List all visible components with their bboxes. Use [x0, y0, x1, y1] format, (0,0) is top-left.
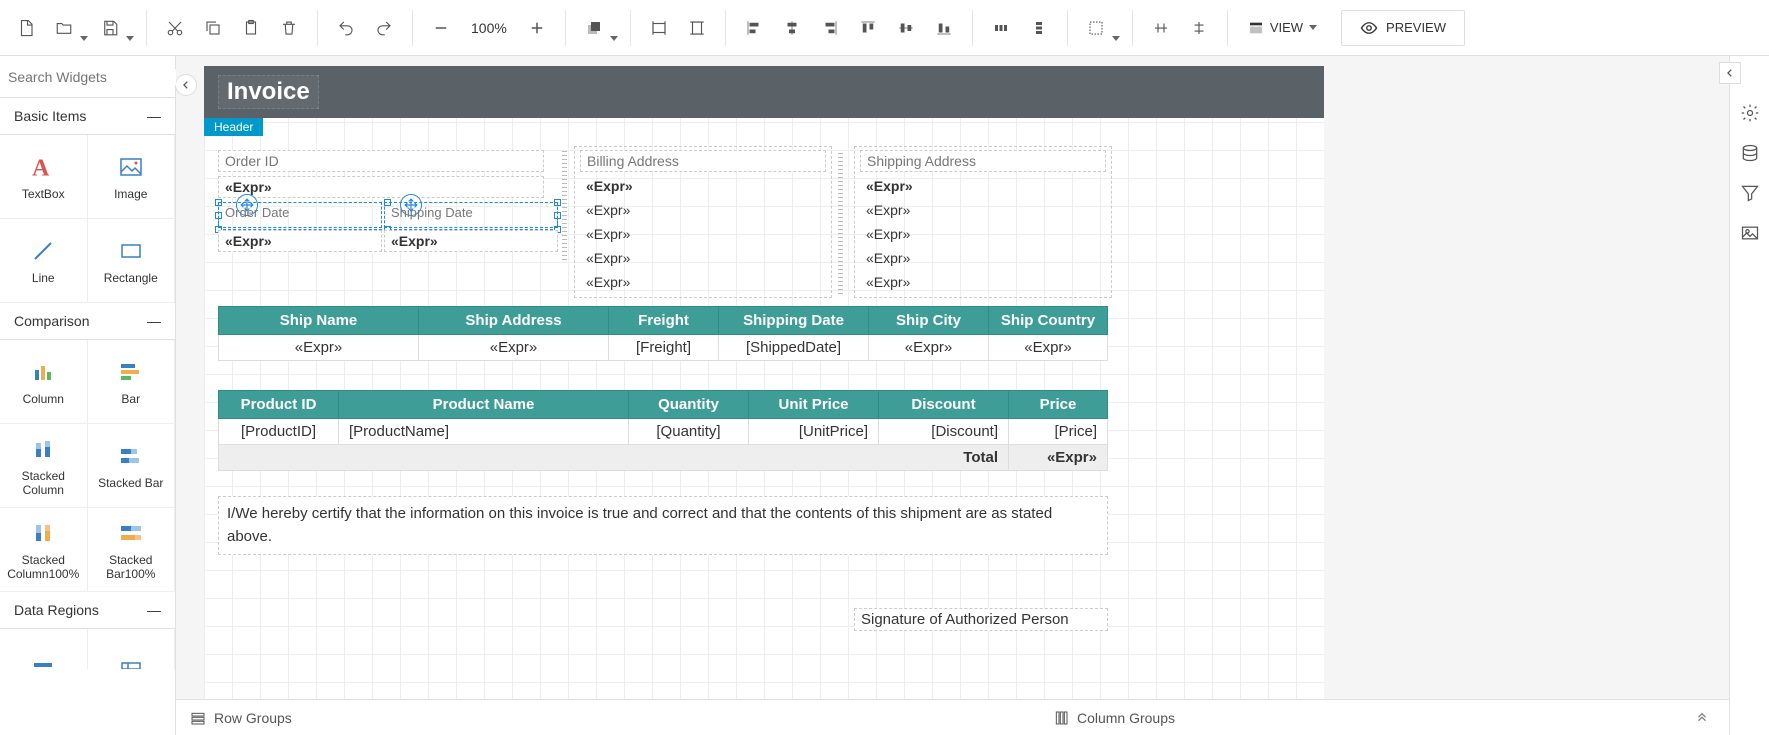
filter-button[interactable]: [1735, 178, 1765, 208]
align-left-button[interactable]: [736, 10, 772, 46]
order-date-value[interactable]: «Expr»: [218, 230, 382, 252]
product-table[interactable]: Product ID Product Name Quantity Unit Pr…: [218, 390, 1108, 471]
collapse-right-panel-button[interactable]: [1719, 62, 1741, 84]
collapse-icon: —: [147, 313, 161, 329]
billing-box[interactable]: [574, 146, 832, 298]
align-top-button[interactable]: [850, 10, 886, 46]
image-manager-button[interactable]: [1735, 218, 1765, 248]
align-bottom-button[interactable]: [926, 10, 962, 46]
collapse-icon: —: [147, 602, 161, 618]
report-canvas[interactable]: Invoice Header Order ID «Expr» Order Dat…: [204, 66, 1324, 721]
align-width-button[interactable]: [641, 10, 677, 46]
open-file-button[interactable]: [46, 10, 90, 46]
align-right-button[interactable]: [812, 10, 848, 46]
widget-bar[interactable]: Bar: [88, 340, 176, 424]
widget-panel: Basic Items — ATextBox Image Line Rectan…: [0, 56, 176, 735]
new-file-button[interactable]: [8, 10, 44, 46]
order-id-value[interactable]: «Expr»: [218, 176, 544, 198]
widget-line[interactable]: Line: [0, 219, 88, 303]
paste-button[interactable]: [233, 10, 269, 46]
widget-stacked-bar100[interactable]: Stacked Bar100%: [88, 508, 176, 592]
save-button[interactable]: [92, 10, 136, 46]
delete-button[interactable]: [271, 10, 307, 46]
data-button[interactable]: [1735, 138, 1765, 168]
properties-button[interactable]: [1735, 98, 1765, 128]
collapse-icon: —: [147, 108, 161, 124]
redo-button[interactable]: [366, 10, 402, 46]
toolbar: 100% VIEW PREVIEW: [0, 0, 1769, 56]
shipping-date-value[interactable]: «Expr»: [384, 230, 558, 252]
category-dataregions-header[interactable]: Data Regions —: [0, 592, 175, 629]
sizing-button[interactable]: [1078, 10, 1122, 46]
groups-footer: Row Groups Column Groups: [176, 699, 1729, 735]
order-id-label[interactable]: Order ID: [218, 150, 544, 172]
svg-text:A: A: [32, 155, 50, 179]
shipping-box[interactable]: [854, 146, 1112, 298]
view-label: VIEW: [1270, 20, 1303, 35]
ship-table[interactable]: Ship Name Ship Address Freight Shipping …: [218, 306, 1108, 361]
widget-stacked-column[interactable]: Stacked Column: [0, 424, 88, 508]
search-input[interactable]: [8, 69, 189, 85]
distribute-v-button[interactable]: [1021, 10, 1057, 46]
shipping-date-label[interactable]: Shipping Date: [384, 202, 558, 228]
snap-v-button[interactable]: [1181, 10, 1217, 46]
align-center-button[interactable]: [774, 10, 810, 46]
category-basic-header[interactable]: Basic Items —: [0, 98, 175, 135]
search-row: [0, 56, 175, 98]
align-height-button[interactable]: [679, 10, 715, 46]
widget-dataregion-2[interactable]: [88, 629, 176, 669]
widget-stacked-column100[interactable]: Stacked Column100%: [0, 508, 88, 592]
header-tag: Header: [204, 118, 263, 136]
snap-h-button[interactable]: [1143, 10, 1179, 46]
widget-column[interactable]: Column: [0, 340, 88, 424]
category-comparison-header[interactable]: Comparison —: [0, 303, 175, 340]
order-button[interactable]: [576, 10, 620, 46]
certify-text[interactable]: I/We hereby certify that the information…: [218, 496, 1108, 555]
preview-button[interactable]: PREVIEW: [1341, 10, 1465, 46]
zoom-in-button[interactable]: [519, 10, 555, 46]
distribute-h-button[interactable]: [983, 10, 1019, 46]
widget-dataregion-1[interactable]: [0, 629, 88, 669]
undo-button[interactable]: [328, 10, 364, 46]
widget-stacked-bar[interactable]: Stacked Bar: [88, 424, 176, 508]
order-date-label[interactable]: Order Date: [218, 202, 382, 228]
row-groups[interactable]: Row Groups: [190, 710, 292, 726]
zoom-out-button[interactable]: [423, 10, 459, 46]
widget-textbox[interactable]: ATextBox: [0, 135, 88, 219]
cut-button[interactable]: [157, 10, 193, 46]
widget-rectangle[interactable]: Rectangle: [88, 219, 176, 303]
report-title[interactable]: Invoice: [218, 75, 319, 109]
preview-label: PREVIEW: [1386, 20, 1446, 35]
copy-button[interactable]: [195, 10, 231, 46]
zoom-level: 100%: [461, 20, 517, 36]
align-middle-button[interactable]: [888, 10, 924, 46]
widget-image[interactable]: Image: [88, 135, 176, 219]
collapse-left-panel-button[interactable]: [176, 74, 197, 96]
right-rail: [1729, 56, 1769, 735]
design-surface[interactable]: Invoice Header Order ID «Expr» Order Dat…: [176, 56, 1729, 735]
column-groups[interactable]: Column Groups: [1053, 710, 1175, 726]
expand-footer-button[interactable]: [1695, 709, 1709, 726]
view-dropdown[interactable]: VIEW: [1238, 10, 1327, 46]
signature-label[interactable]: Signature of Authorized Person: [854, 608, 1108, 631]
